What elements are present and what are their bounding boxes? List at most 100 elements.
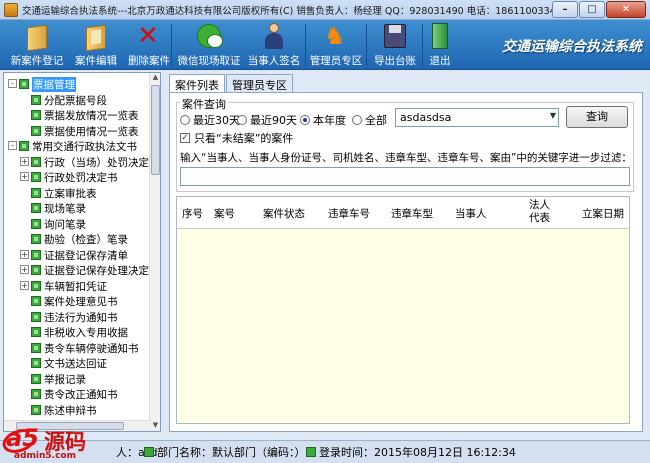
tree-item[interactable]: 现场笔录 [4,200,150,216]
new-case-button[interactable]: 新案件登记 [6,20,68,70]
export-ledger-button[interactable]: 导出台账 [370,20,420,70]
tree-item[interactable]: + 行政处罚决定书 [4,169,150,185]
tree-item[interactable]: 文书送达回证 [4,355,150,371]
tree-node-icon [31,203,41,213]
combo-value: asdasdsa [400,111,452,124]
maximize-button[interactable]: □ [579,1,605,18]
logo-url: admin5.com [14,451,76,461]
unclosed-only-label: 只看“未结案”的案件 [194,132,294,145]
tree-item[interactable]: 询问笔录 [4,216,150,232]
column-header[interactable]: 法人 代表 [529,199,550,225]
radio-button[interactable] [180,115,190,125]
close-button[interactable]: ✕ [606,1,646,18]
radio-this-year[interactable]: 本年度 [300,112,346,128]
edit-case-button[interactable]: 案件编辑 [70,20,122,70]
exit-label: 退出 [429,55,451,67]
party-signature-button[interactable]: 当事人签名 [244,20,304,70]
column-header[interactable]: 违章车号 [328,206,370,221]
status-icon [144,447,154,457]
chevron-down-icon[interactable]: ▼ [550,111,556,120]
tree-item[interactable]: + 证据登记保存清单 [4,247,150,263]
floppy-icon [384,24,406,48]
status-login-text: 登录时间：2015年08月12日 16:12:34 [319,446,516,459]
minimize-button[interactable]: – [552,1,578,18]
tree-item-label: 证据登记保存处理决定 [44,265,149,277]
tree-item-label: 票据使用情况一览表 [44,125,139,138]
case-grid[interactable]: 序号 案号 案件状态 违章车号 违章车型 当事人 法人 代表 立案日期 [176,196,630,424]
radio-last-90-days[interactable]: 最近90天 [237,112,297,128]
tree-vertical-scrollbar[interactable]: ▲ ▼ [149,73,160,431]
radio-all[interactable]: 全部 [352,112,387,128]
wechat-evidence-label: 微信现场取证 [177,55,241,67]
tree-item-label: 案件处理意见书 [44,296,118,308]
tree-item[interactable]: + 车辆暂扣凭证 [4,278,150,294]
column-header[interactable]: 案件状态 [263,206,305,221]
expand-icon[interactable]: + [20,172,29,181]
expand-icon[interactable]: + [20,249,29,259]
logo-text: a5 [6,424,39,452]
radio-last-30-days[interactable]: 最近30天 [180,112,240,128]
column-header[interactable]: 立案日期 [582,206,624,221]
tree-item[interactable]: - 票据管理 [4,76,150,92]
expand-icon[interactable]: + [20,265,29,274]
radio-button[interactable] [352,115,362,125]
tree-node-icon [31,156,41,167]
search-button[interactable]: 查询 [566,106,628,128]
toolbar-separator [422,24,423,66]
tree-node-icon [31,234,41,244]
column-header[interactable]: 当事人 [455,206,487,221]
expand-icon[interactable]: + [20,280,29,290]
content-tabs: 案件列表 管理员专区 [169,74,294,92]
tree-item[interactable]: 非税收入专用收据 [4,324,150,340]
delete-case-button[interactable]: ✕ 删除案件 [122,20,176,70]
exit-door-icon [432,23,448,49]
party-signature-label: 当事人签名 [247,55,301,67]
tree-item[interactable]: 陈述申辩书 [4,402,150,418]
unclosed-only-checkbox[interactable]: ✓ 只看“未结案”的案件 [180,130,293,146]
tree-item[interactable]: 举报记录 [4,371,150,387]
tree-item[interactable]: - 常用交通行政执法文书 [4,138,150,154]
column-header[interactable]: 案号 [214,206,235,221]
new-case-label: 新案件登记 [10,55,64,67]
brand-title: 交通运输综合执法系统 [502,39,642,55]
radio-button[interactable] [300,115,310,125]
keyword-filter-input[interactable] [180,167,630,186]
column-header[interactable]: 违章车型 [391,206,433,221]
navigation-tree-panel: - 票据管理 分配票据号段 票据发放情况一览表票据使用情况一览表 - 常用交通行政执法文书… [3,72,161,432]
admin-area-button[interactable]: ♞ 管理员专区 [308,20,364,70]
tree-item[interactable]: 勘验（检查）笔录 [4,231,150,247]
collapse-icon[interactable]: - [8,141,17,150]
signature-icon [264,23,284,49]
tab-admin-area[interactable]: 管理员专区 [226,74,293,92]
tree-item[interactable]: 案件处理意见书 [4,293,150,309]
exit-button[interactable]: 退出 [424,20,456,70]
window-controls: – □ ✕ [551,1,646,18]
tree-item-label: 现场笔录 [44,203,86,215]
tree-item[interactable]: + 行政（当场）处罚决定 [4,154,150,170]
query-combo[interactable]: asdasdsa ▼ [395,108,559,127]
tree-node-icon [31,110,41,120]
tree-node-icon [31,280,41,291]
scroll-up-icon[interactable]: ▲ [151,73,160,83]
tree-node-icon [31,265,41,275]
column-header[interactable]: 序号 [182,206,203,221]
tree-node-icon [31,311,41,322]
tree-item[interactable]: 责令车辆停驶通知书 [4,340,150,356]
tab-case-list[interactable]: 案件列表 [169,74,225,92]
radio-button[interactable] [237,115,247,125]
tree-item[interactable]: 票据发放情况一览表 [4,107,150,123]
tree-item[interactable]: 责令改正通知书 [4,386,150,402]
tree-item[interactable]: + 证据登记保存处理决定 [4,262,150,278]
tree-item[interactable]: 违法行为通知书 [4,309,150,325]
tree-item[interactable]: 票据使用情况一览表 [4,123,150,139]
collapse-icon[interactable]: - [8,79,17,88]
delete-x-icon: ✕ [137,21,159,51]
checkbox-check-icon[interactable]: ✓ [180,133,190,143]
tree-node-icon [31,373,41,384]
scroll-thumb[interactable] [151,85,160,175]
tree-item[interactable]: 立案审批表 [4,185,150,201]
wechat-evidence-button[interactable]: 微信现场取证 [174,20,244,70]
tree-item[interactable]: 分配票据号段 [4,92,150,108]
scroll-down-icon[interactable]: ▼ [151,421,160,431]
expand-icon[interactable]: + [20,156,29,166]
